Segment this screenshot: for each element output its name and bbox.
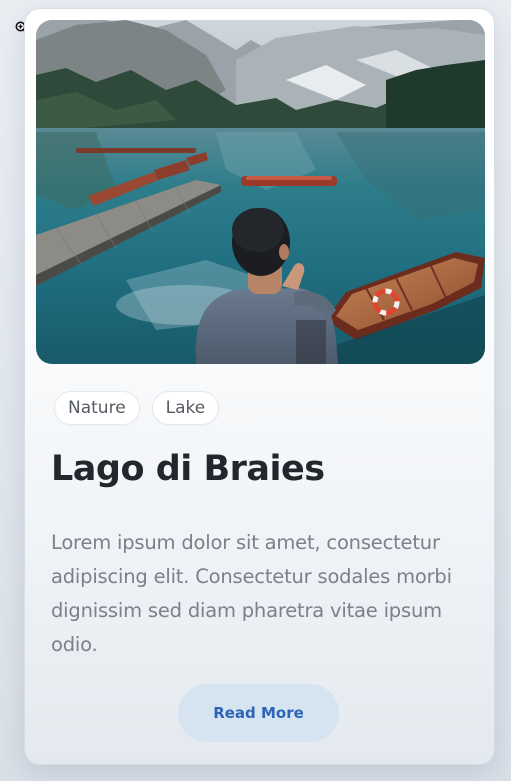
card-description: Lorem ipsum dolor sit amet, consectetur … bbox=[51, 531, 452, 656]
card-title: Lago di Braies bbox=[51, 449, 325, 489]
destination-card: Nature Lake Lago di Braies Lorem ipsum d… bbox=[24, 8, 495, 765]
read-more-button[interactable]: Read More bbox=[178, 684, 339, 742]
tag-lake[interactable]: Lake bbox=[151, 391, 220, 425]
tag-nature[interactable]: Nature bbox=[54, 391, 140, 425]
tag-list: Nature Lake bbox=[54, 391, 220, 425]
hero-image bbox=[36, 20, 485, 364]
